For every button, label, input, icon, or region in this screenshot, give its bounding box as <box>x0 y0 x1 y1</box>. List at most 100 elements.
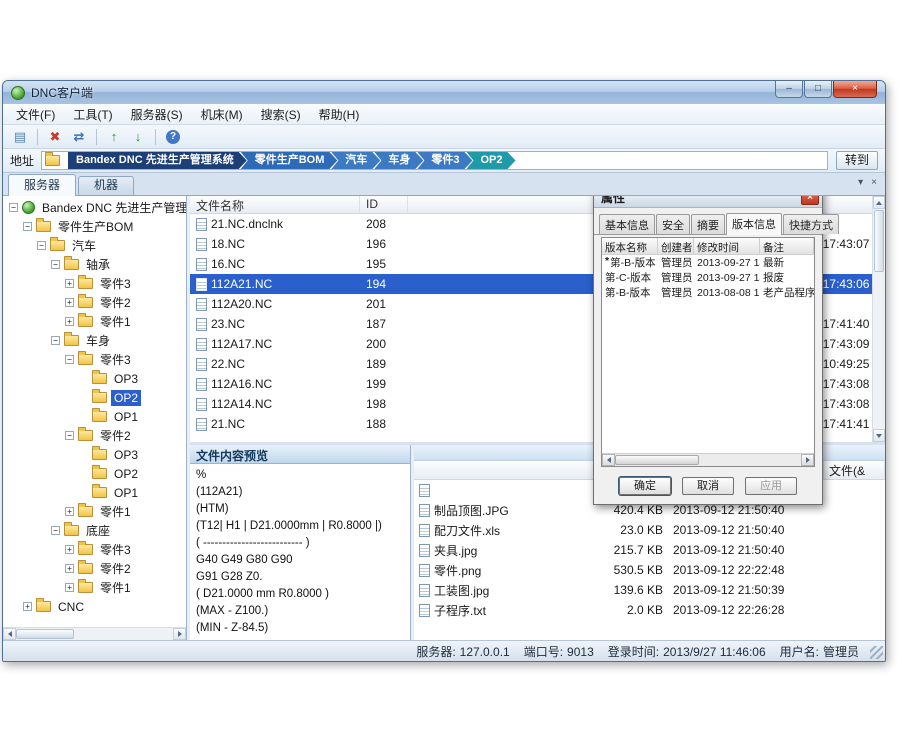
column-header-creator[interactable]: 创建者 <box>658 238 694 254</box>
menu-item[interactable]: 服务器(S) <box>122 104 192 125</box>
scroll-right-icon[interactable] <box>801 454 814 466</box>
tree-item[interactable]: −汽车 <box>3 236 186 255</box>
scroll-down-icon[interactable] <box>873 429 885 442</box>
column-header-version-name[interactable]: 版本名称 <box>602 238 658 254</box>
tree-item[interactable]: OP2 <box>3 388 186 407</box>
tab-机器[interactable]: 机器 <box>78 176 134 195</box>
resize-grip[interactable] <box>870 646 883 659</box>
tree-item[interactable]: −Bandex DNC 先进生产管理系统 <box>3 198 186 217</box>
breadcrumb-item[interactable]: Bandex DNC 先进生产管理系统 <box>68 152 247 169</box>
dialog-title-bar[interactable]: 属性 × <box>594 196 822 208</box>
menu-item[interactable]: 机床(M) <box>192 104 252 125</box>
dialog-tab-摘要[interactable]: 摘要 <box>691 214 725 234</box>
attachment-row[interactable]: 工装图.jpg139.6 KB2013-09-12 21:50:39 <box>414 580 885 600</box>
scrollbar-track[interactable] <box>699 454 801 466</box>
dialog-tab-基本信息[interactable]: 基本信息 <box>599 214 655 234</box>
breadcrumb-item[interactable]: 车身 <box>374 152 423 169</box>
scrollbar-thumb[interactable] <box>874 210 884 272</box>
collapse-icon[interactable]: − <box>51 260 60 269</box>
menu-item[interactable]: 文件(F) <box>7 104 64 125</box>
minimize-button[interactable]: – <box>775 81 803 98</box>
breadcrumb-item[interactable]: OP2 <box>467 152 516 169</box>
title-bar[interactable]: DNC客户端 – □ × <box>3 81 885 104</box>
attachment-row[interactable]: 零件.png530.5 KB2013-09-12 22:22:48 <box>414 560 885 580</box>
breadcrumb-item[interactable]: 零件生产BOM <box>241 152 338 169</box>
tree-item[interactable]: +CNC <box>3 597 186 616</box>
expand-icon[interactable]: + <box>65 507 74 516</box>
new-file-icon[interactable]: ▤ <box>9 127 31 146</box>
upload-icon[interactable]: ↑ <box>103 127 125 146</box>
dialog-button-取消[interactable]: 取消 <box>682 477 734 495</box>
expand-icon[interactable]: + <box>23 602 32 611</box>
tab-服务器[interactable]: 服务器 <box>8 174 76 196</box>
scroll-right-icon[interactable] <box>173 628 186 640</box>
dialog-button-确定[interactable]: 确定 <box>619 477 671 495</box>
tree-item[interactable]: +零件2 <box>3 293 186 312</box>
version-row[interactable]: *第-B-版本管理员2013-09-27 14:最新 <box>602 255 814 270</box>
expand-icon[interactable]: + <box>65 583 74 592</box>
scrollbar-thumb[interactable] <box>615 455 699 465</box>
scrollbar-track[interactable] <box>873 273 885 429</box>
tree-item[interactable]: −底座 <box>3 521 186 540</box>
expand-icon[interactable]: + <box>65 317 74 326</box>
scroll-left-icon[interactable] <box>3 628 16 640</box>
menu-item[interactable]: 搜索(S) <box>252 104 310 125</box>
menu-item[interactable]: 帮助(H) <box>310 104 369 125</box>
collapse-icon[interactable]: − <box>65 431 74 440</box>
collapse-icon[interactable]: − <box>51 526 60 535</box>
scrollbar-thumb[interactable] <box>16 629 74 639</box>
tree-item[interactable]: −车身 <box>3 331 186 350</box>
dialog-close-button[interactable]: × <box>801 196 819 205</box>
tree-item[interactable]: +零件1 <box>3 502 186 521</box>
panel-close-icon[interactable]: × <box>871 177 877 188</box>
tree-item[interactable]: −轴承 <box>3 255 186 274</box>
tree-item[interactable]: OP1 <box>3 407 186 426</box>
attachment-row[interactable]: 配刀文件.xls23.0 KB2013-09-12 21:50:40 <box>414 520 885 540</box>
collapse-icon[interactable]: − <box>65 355 74 364</box>
column-header-file-name[interactable]: 文件名称 <box>190 196 360 213</box>
dialog-tab-安全[interactable]: 安全 <box>656 214 690 234</box>
tree-item[interactable]: +零件3 <box>3 540 186 559</box>
tree-item[interactable]: −零件3 <box>3 350 186 369</box>
tree-item[interactable]: OP1 <box>3 483 186 502</box>
column-header-note[interactable]: 备注 <box>760 238 814 254</box>
version-row[interactable]: 第-C-版本管理员2013-09-27 14:报废 <box>602 270 814 285</box>
tree-item[interactable]: OP3 <box>3 445 186 464</box>
column-header-id[interactable]: ID <box>360 196 408 213</box>
collapse-icon[interactable]: − <box>37 241 46 250</box>
attachment-row[interactable]: 夹具.jpg215.7 KB2013-09-12 21:50:40 <box>414 540 885 560</box>
collapse-icon[interactable]: − <box>23 222 32 231</box>
tree-horizontal-scrollbar[interactable] <box>3 627 186 640</box>
column-header-file[interactable]: 文件(& <box>824 461 885 479</box>
breadcrumb-item[interactable]: 零件3 <box>417 152 472 169</box>
version-row[interactable]: 第-B-版本管理员2013-08-08 17:老产品程序 <box>602 285 814 300</box>
breadcrumb-item[interactable]: 汽车 <box>331 152 380 169</box>
tree-item[interactable]: −零件2 <box>3 426 186 445</box>
dialog-horizontal-scrollbar[interactable] <box>602 453 814 466</box>
download-icon[interactable]: ↓ <box>127 127 149 146</box>
delete-icon[interactable]: ✖ <box>44 127 66 146</box>
go-button[interactable]: 转到 <box>836 151 878 170</box>
tree-item[interactable]: +零件2 <box>3 559 186 578</box>
expand-icon[interactable]: + <box>65 545 74 554</box>
tree-item[interactable]: +零件1 <box>3 578 186 597</box>
scrollbar-track[interactable] <box>74 628 173 640</box>
tree-item[interactable]: OP3 <box>3 369 186 388</box>
tree-item[interactable]: +零件1 <box>3 312 186 331</box>
panel-collapse-icon[interactable]: ▾ <box>858 177 863 188</box>
collapse-icon[interactable]: − <box>9 203 18 212</box>
transfer-icon[interactable]: ⇄ <box>68 127 90 146</box>
address-field[interactable]: Bandex DNC 先进生产管理系统零件生产BOM汽车车身零件3OP2 <box>41 151 828 170</box>
close-button[interactable]: × <box>833 81 877 98</box>
expand-icon[interactable]: + <box>65 298 74 307</box>
dialog-tab-版本信息[interactable]: 版本信息 <box>726 213 782 235</box>
tree-item[interactable]: −零件生产BOM <box>3 217 186 236</box>
scroll-left-icon[interactable] <box>602 454 615 466</box>
tree-item[interactable]: OP2 <box>3 464 186 483</box>
expand-icon[interactable]: + <box>65 564 74 573</box>
maximize-button[interactable]: □ <box>804 81 832 98</box>
column-header-attachment-name[interactable] <box>414 461 606 479</box>
dialog-tab-快捷方式[interactable]: 快捷方式 <box>783 214 839 234</box>
attachment-row[interactable]: 子程序.txt2.0 KB2013-09-12 22:26:28 <box>414 600 885 620</box>
file-list-scrollbar[interactable] <box>872 196 885 442</box>
